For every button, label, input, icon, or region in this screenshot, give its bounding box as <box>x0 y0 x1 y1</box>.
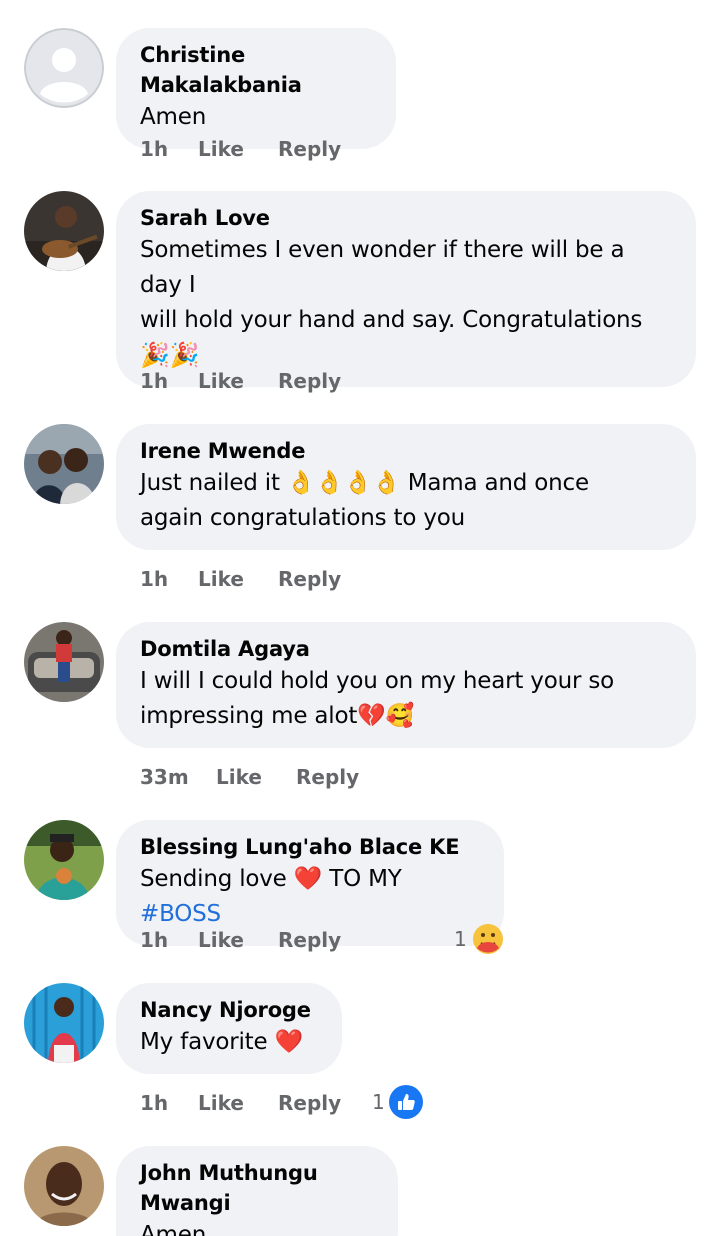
like-button[interactable]: Like <box>198 567 278 591</box>
reply-button[interactable]: Reply <box>278 369 341 393</box>
commenter-name[interactable]: John Muthungu Mwangi <box>140 1158 374 1218</box>
comment-bubble: John Muthungu Mwangi Amen <box>116 1146 398 1236</box>
hug-emoji-icon <box>471 922 505 956</box>
commenter-name[interactable]: Sarah Love <box>140 203 672 233</box>
reply-button[interactable]: Reply <box>278 1091 341 1115</box>
comment-text: Amen <box>140 104 207 130</box>
comment-actions: 1h Like Reply <box>140 925 341 955</box>
comment-text-line: again congratulations to you <box>140 505 466 531</box>
comment-time[interactable]: 1h <box>140 567 198 591</box>
comment-text-line: impressing me alot💔🥰 <box>140 703 415 729</box>
commenter-name[interactable]: Nancy Njoroge <box>140 995 318 1025</box>
comment-bubble: Domtila Agaya I will I could hold you on… <box>116 622 696 748</box>
comment-text-line: Sometimes I even wonder if there will be… <box>140 237 625 298</box>
commenter-name[interactable]: Blessing Lung'aho Blace KE <box>140 832 480 862</box>
commenter-name[interactable]: Domtila Agaya <box>140 634 672 664</box>
avatar-photo[interactable] <box>24 1146 104 1226</box>
default-profile-icon <box>24 28 104 108</box>
comment-actions: 33m Like Reply <box>140 762 359 792</box>
comment-text-part: Sending love ❤️ TO MY <box>140 866 402 892</box>
avatar-photo[interactable] <box>24 983 104 1063</box>
comment-actions: 1h Like Reply <box>140 564 341 594</box>
comment-actions: 1h Like Reply <box>140 366 341 396</box>
like-button[interactable]: Like <box>198 928 278 952</box>
commenter-name[interactable]: Irene Mwende <box>140 436 672 466</box>
comment-time[interactable]: 33m <box>140 765 216 789</box>
comment-text-line: Just nailed it 👌👌👌👌 Mama and once <box>140 470 589 496</box>
profile-photo <box>24 983 104 1063</box>
avatar-default[interactable] <box>24 28 104 108</box>
avatar-photo[interactable] <box>24 191 104 271</box>
comment-bubble: Sarah Love Sometimes I even wonder if th… <box>116 191 696 387</box>
comment-time[interactable]: 1h <box>140 1091 198 1115</box>
comment-actions: 1h Like Reply <box>140 1088 341 1118</box>
like-button[interactable]: Like <box>198 369 278 393</box>
comment-time[interactable]: 1h <box>140 928 198 952</box>
like-thumb-icon <box>388 1085 423 1119</box>
comment-bubble: Christine Makalakbania Amen <box>116 28 396 149</box>
like-button[interactable]: Like <box>198 1091 278 1115</box>
reply-button[interactable]: Reply <box>278 137 341 161</box>
profile-photo <box>24 622 104 702</box>
comment-text: Sending love ❤️ TO MY #BOSS <box>140 862 480 932</box>
like-button[interactable]: Like <box>216 765 296 789</box>
hashtag-link[interactable]: #BOSS <box>140 901 221 927</box>
profile-photo <box>24 424 104 504</box>
comment-text: My favorite ❤️ <box>140 1029 304 1055</box>
reply-button[interactable]: Reply <box>296 765 359 789</box>
reaction-count: 1 <box>372 1090 385 1114</box>
reply-button[interactable]: Reply <box>278 567 341 591</box>
reaction-summary[interactable]: 1 <box>454 922 505 956</box>
like-button[interactable]: Like <box>198 137 278 161</box>
profile-photo <box>24 820 104 900</box>
commenter-name[interactable]: Christine Makalakbania <box>140 40 372 100</box>
profile-photo <box>24 191 104 271</box>
comment-bubble: Nancy Njoroge My favorite ❤️ <box>116 983 342 1074</box>
avatar-photo[interactable] <box>24 820 104 900</box>
comment-text-line: I will I could hold you on my heart your… <box>140 668 614 694</box>
reply-button[interactable]: Reply <box>278 928 341 952</box>
reaction-count: 1 <box>454 927 467 951</box>
comment-bubble: Irene Mwende Just nailed it 👌👌👌👌 Mama an… <box>116 424 696 550</box>
avatar-photo[interactable] <box>24 622 104 702</box>
comment-actions: 1h Like Reply <box>140 134 341 164</box>
comment-time[interactable]: 1h <box>140 369 198 393</box>
comment-text-line: will hold your hand and say. Congratulat… <box>140 307 643 333</box>
avatar-photo[interactable] <box>24 424 104 504</box>
reaction-summary[interactable]: 1 <box>372 1085 423 1119</box>
profile-photo <box>24 1146 104 1226</box>
comment-text: Amen <box>140 1222 207 1236</box>
comment-time[interactable]: 1h <box>140 137 198 161</box>
